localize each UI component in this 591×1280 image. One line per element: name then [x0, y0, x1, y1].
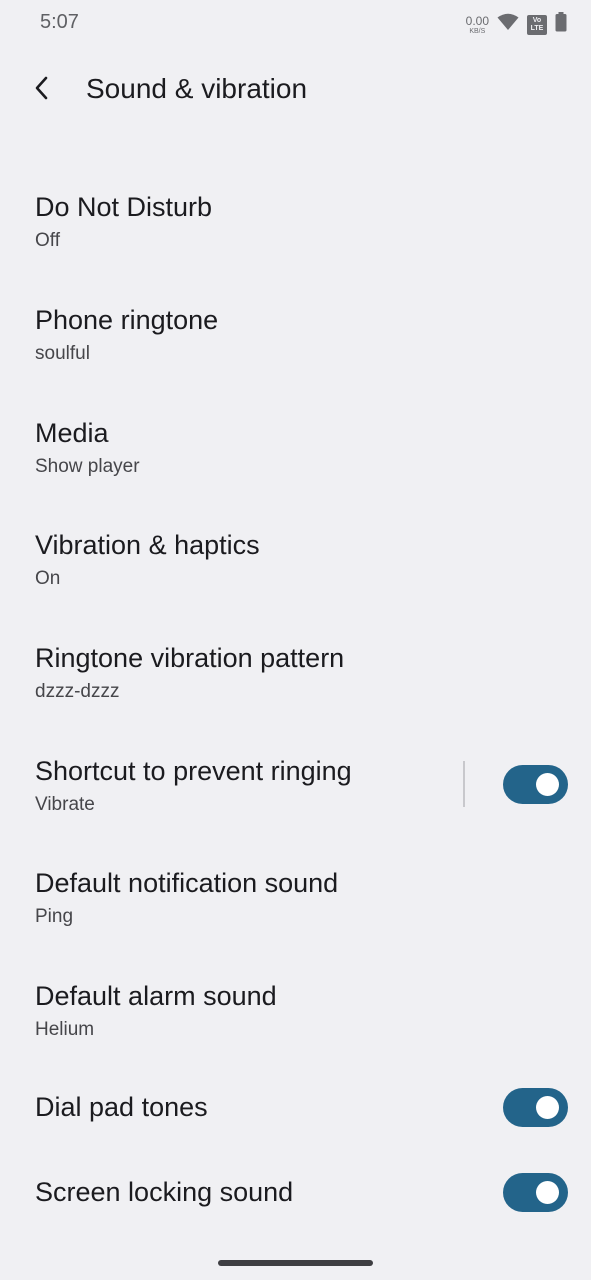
item-summary: Off	[35, 230, 60, 251]
battery-icon	[555, 12, 567, 37]
back-button[interactable]	[20, 68, 64, 112]
item-summary: Ping	[35, 906, 74, 927]
item-title: Phone ringtone	[35, 305, 219, 335]
item-title: Media	[35, 418, 109, 448]
volte-top-text: Vo	[532, 16, 542, 24]
item-summary: Show player	[35, 456, 140, 477]
shortcut-prevent-ringing-item[interactable]: Shortcut to prevent ringing Vibrate	[0, 734, 591, 839]
item-title: Default alarm sound	[35, 981, 277, 1011]
network-speed-unit: KB/S	[469, 27, 486, 35]
item-summary: soulful	[35, 343, 90, 364]
vibration-haptics-item[interactable]: Vibration & haptics On	[0, 508, 591, 613]
do-not-disturb-item[interactable]: Do Not Disturb Off	[0, 170, 591, 275]
screen-locking-sound-switch[interactable]	[503, 1173, 568, 1212]
item-title: Dial pad tones	[35, 1092, 208, 1122]
volte-bottom-text: LTE	[530, 24, 544, 32]
page-title: Sound & vibration	[86, 73, 308, 104]
item-title: Vibration & haptics	[35, 530, 260, 560]
item-summary: Helium	[35, 1019, 95, 1040]
screen-locking-sound-item[interactable]: Screen locking sound	[0, 1155, 591, 1233]
item-summary: dzzz-dzzz	[35, 681, 120, 702]
item-title: Do Not Disturb	[35, 192, 213, 222]
dial-pad-tones-switch[interactable]	[503, 1088, 568, 1127]
network-speed: 0.00 KB/S	[466, 15, 489, 35]
default-notification-sound-item[interactable]: Default notification sound Ping	[0, 846, 591, 951]
item-title: Shortcut to prevent ringing	[35, 756, 352, 786]
back-arrow-icon	[34, 76, 50, 105]
phone-ringtone-item[interactable]: Phone ringtone soulful	[0, 283, 591, 388]
app-bar: Sound & vibration	[0, 58, 591, 122]
default-alarm-sound-item[interactable]: Default alarm sound Helium	[0, 959, 591, 1064]
status-bar: 5:07 0.00 KB/S Vo LTE	[0, 0, 591, 46]
status-time: 5:07	[40, 11, 79, 33]
switch-thumb	[536, 773, 559, 796]
wifi-icon	[497, 13, 519, 36]
gesture-navigation-handle[interactable]	[218, 1260, 373, 1266]
ringtone-vibration-pattern-item[interactable]: Ringtone vibration pattern dzzz-dzzz	[0, 621, 591, 726]
item-title: Screen locking sound	[35, 1177, 294, 1207]
item-summary: On	[35, 568, 61, 589]
volte-icon: Vo LTE	[527, 14, 547, 35]
item-title: Default notification sound	[35, 868, 339, 898]
shortcut-prevent-ringing-switch[interactable]	[503, 765, 568, 804]
network-speed-value: 0.00	[465, 13, 489, 28]
media-item[interactable]: Media Show player	[0, 396, 591, 501]
item-summary: Vibrate	[35, 794, 95, 815]
status-icons: 0.00 KB/S Vo LTE	[466, 12, 567, 37]
switch-thumb	[536, 1096, 559, 1119]
dial-pad-tones-item[interactable]: Dial pad tones	[0, 1070, 591, 1148]
item-title: Ringtone vibration pattern	[35, 643, 345, 673]
item-divider	[463, 761, 465, 807]
switch-thumb	[536, 1181, 559, 1204]
